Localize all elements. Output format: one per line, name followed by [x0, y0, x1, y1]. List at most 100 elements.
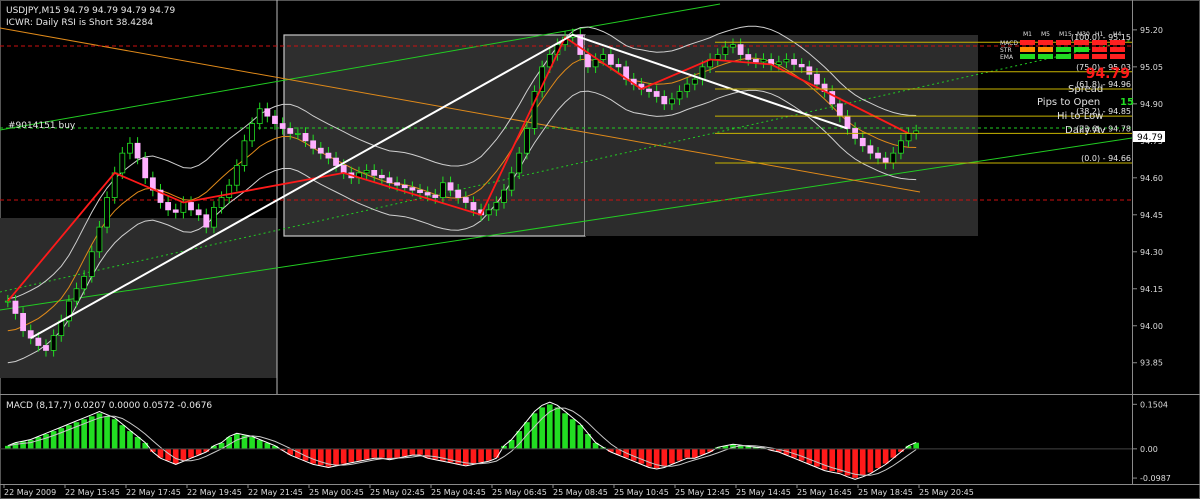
candle-body: [661, 96, 668, 105]
candle-body: [585, 54, 591, 68]
macd-bar: [562, 413, 568, 449]
macd-bar: [180, 448, 187, 461]
candle-body: [394, 182, 401, 186]
macd-bar: [256, 439, 263, 449]
macd-bar: [249, 437, 255, 449]
macd-bar: [669, 448, 675, 464]
candle-body: [241, 140, 248, 166]
candle-body: [371, 170, 378, 176]
signal-cell: [1056, 54, 1071, 59]
chart-window: (100.0) - 95.15 (75.0) - 95.03 (61.8) - 94…: [0, 0, 1200, 499]
candle-body: [600, 54, 607, 60]
macd-bar: [539, 407, 545, 449]
macd-bar: [676, 448, 683, 461]
price-tick-label: 94.30: [1140, 248, 1163, 257]
candle-body: [401, 184, 408, 189]
price-axis: 95.2095.0594.9094.7594.6094.4594.3094.15…: [1132, 26, 1163, 368]
macd-bar: [661, 448, 668, 467]
time-axis: 22 May 2009 22 May 15:45 22 May 17:45 22 Ma…: [3, 484, 974, 497]
time-tick-label: 22 May 15:45: [65, 488, 120, 497]
candle-body: [875, 152, 881, 159]
macd-bar: [470, 448, 477, 464]
macd-axis: 0.1504 0.00 -0.0987: [1132, 400, 1171, 483]
candle-body: [859, 137, 866, 147]
signal-cell: [1020, 47, 1035, 52]
candle-body: [35, 337, 42, 346]
signal-cell: [1074, 54, 1089, 59]
candle-body: [737, 44, 744, 55]
macd-bar: [867, 448, 874, 473]
macd-bar: [859, 448, 866, 476]
macd-bar: [409, 448, 416, 455]
candle-body: [730, 44, 736, 48]
macd-bar: [333, 448, 339, 466]
candle-body: [905, 133, 912, 142]
candle-body: [485, 209, 492, 216]
candle-body: [501, 189, 507, 203]
time-tick-label: 25 May 12:45: [675, 488, 730, 497]
signal-cell: [1092, 40, 1107, 45]
macd-bar: [394, 448, 400, 458]
price-chart[interactable]: (100.0) - 95.15(75.0) - 95.03(61.8) - 94…: [0, 0, 1200, 499]
macd-bar: [379, 448, 385, 458]
candle-body: [867, 145, 874, 154]
price-tick-label: 94.15: [1140, 285, 1163, 294]
macd-bar: [882, 448, 889, 464]
macd-bar: [111, 419, 118, 449]
current-price-text: 94.79: [1137, 133, 1163, 143]
candle-body: [12, 300, 19, 314]
candle-body: [691, 78, 698, 85]
macd-bar: [417, 448, 423, 455]
candle-body: [363, 170, 370, 174]
candle-body: [417, 189, 423, 194]
signal-cell: [1110, 40, 1125, 45]
price-tick-label: 94.45: [1140, 211, 1163, 220]
candle-body: [615, 63, 622, 68]
candle-body: [607, 54, 614, 65]
candle-body: [287, 128, 294, 134]
price-tick-label: 94.60: [1140, 174, 1163, 183]
candle-body: [4, 300, 11, 303]
signal-timeframe: M30: [1077, 31, 1090, 38]
candle-body: [462, 197, 469, 203]
candle-body: [249, 123, 255, 142]
macd-bar: [531, 413, 538, 449]
candle-body: [172, 209, 179, 213]
candle-body: [180, 202, 187, 213]
candle-body: [455, 189, 462, 198]
candle-body: [211, 206, 217, 228]
signal-cell: [1038, 54, 1053, 59]
candle-body: [898, 140, 904, 154]
candle-body: [783, 59, 790, 63]
price-tick-label: 95.20: [1140, 26, 1163, 35]
signal-row-label: MACD: [1000, 40, 1018, 47]
signal-timeframe: H4: [1113, 31, 1122, 38]
time-tick-label: 25 May 14:45: [736, 488, 791, 497]
macd-bar: [432, 448, 439, 460]
candle-body: [333, 157, 339, 166]
macd-bar: [172, 448, 179, 464]
macd-bar: [798, 448, 805, 461]
spread-label: Spread: [1068, 84, 1103, 95]
signal-timeframe: M1: [1023, 31, 1032, 38]
candle-body: [340, 165, 347, 174]
candle-body: [195, 209, 202, 216]
candle-body: [646, 88, 652, 92]
time-tick-label: 25 May 04:45: [431, 488, 486, 497]
signal-cell: [1020, 40, 1035, 45]
macd-bar: [684, 448, 690, 458]
candle-body: [684, 83, 691, 92]
macd-tick-label: 0.00: [1140, 445, 1158, 454]
time-tick-label: 25 May 10:45: [614, 488, 669, 497]
candle-body: [653, 91, 660, 97]
candle-body: [88, 251, 95, 277]
candle-body: [218, 197, 225, 208]
fib-level-label: (0.0) - 94.66: [1081, 154, 1131, 163]
signal-cell: [1074, 47, 1089, 52]
candle-body: [264, 108, 271, 117]
macd-bar: [340, 448, 347, 464]
candle-body: [836, 103, 843, 117]
candle-body: [119, 152, 126, 174]
macd-bar: [134, 437, 141, 449]
macd-tick-label: -0.0987: [1140, 474, 1171, 483]
